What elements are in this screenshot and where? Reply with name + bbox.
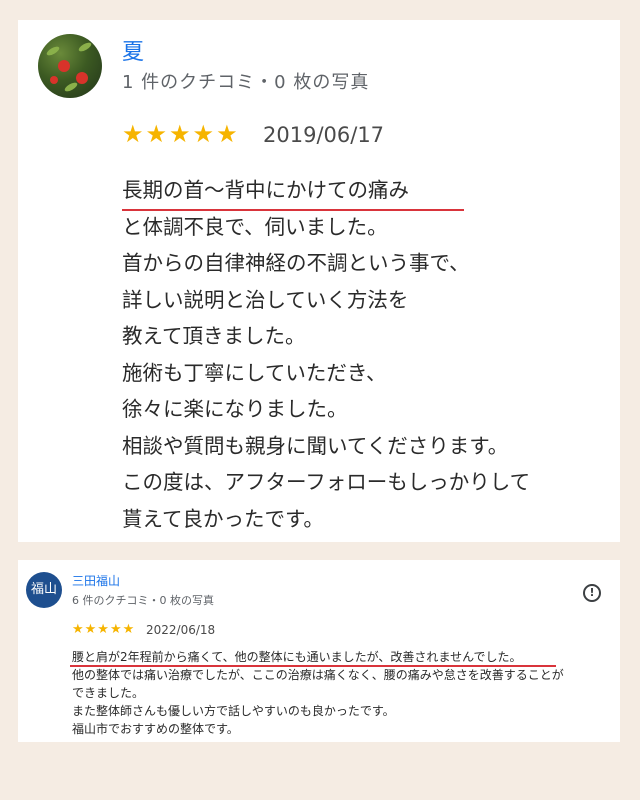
review-line: 腰と肩が2年程前から痛くて、他の整体にも通いましたが、改善されませんでした。 — [72, 650, 522, 664]
leaf-decoration — [77, 40, 93, 54]
star-rating: ★★★★★ — [122, 120, 240, 148]
leaf-decoration — [63, 80, 79, 94]
review-line: 相談や質問も親身に聞いてくださります。 — [122, 433, 509, 458]
review-line: できました。 — [72, 686, 145, 700]
reviewer-name[interactable]: 三田福山 — [72, 572, 120, 589]
avatar[interactable] — [38, 34, 102, 98]
reviewer-meta: 1 件のクチコミ・0 枚の写真 — [122, 72, 370, 93]
alert-circle-icon[interactable]: ! — [583, 584, 601, 602]
review-line: 首からの自律神経の不調という事で、 — [122, 251, 470, 275]
review-date: 2022/06/18 — [146, 623, 216, 637]
review-line: 詳しい説明と治していく方法を — [122, 287, 409, 312]
star-rating: ★★★★★ — [72, 622, 136, 637]
flower-decoration — [58, 60, 70, 72]
leaf-decoration — [45, 44, 61, 58]
review-line: 施術も丁寧にしていただき、 — [122, 360, 387, 385]
review-text: 長期の首～背中にかけての痛み と体調不良で、伺いました。 首からの自律神経の不調… — [122, 172, 622, 537]
review-line: 福山市でおすすめの整体です。 — [72, 722, 239, 736]
reviewer-name[interactable]: 夏 — [122, 34, 144, 66]
highlight-underline — [122, 209, 464, 211]
review-text: 腰と肩が2年程前から痛くて、他の整体にも通いましたが、改善されませんでした。 他… — [72, 648, 617, 738]
review-line: 他の整体では痛い治療でしたが、ここの治療は痛くなく、腰の痛みや怠さを改善すること… — [72, 668, 564, 682]
review-card-1: 夏 1 件のクチコミ・0 枚の写真 ★★★★★ 2019/06/17 長期の首～… — [18, 20, 620, 542]
review-line: また整体師さんも優しい方で話しやすいのも良かったです。 — [72, 704, 395, 718]
review-line: この度は、アフターフォローもしっかりして — [122, 470, 531, 494]
highlight-underline — [70, 665, 556, 667]
review-line: 貰えて良かったです。 — [122, 506, 324, 531]
flower-decoration — [50, 76, 58, 84]
review-card-2: 福山 三田福山 6 件のクチコミ・0 枚の写真 ! ★★★★★ 2022/06/… — [18, 560, 620, 742]
flower-decoration — [76, 72, 88, 84]
review-line: と体調不良で、伺いました。 — [122, 214, 388, 239]
review-line: 徐々に楽になりました。 — [122, 397, 348, 421]
review-line: 長期の首～背中にかけての痛み — [122, 178, 409, 202]
reviewer-meta: 6 件のクチコミ・0 枚の写真 — [72, 594, 214, 607]
review-date: 2019/06/17 — [263, 123, 385, 147]
review-line: 教えて頂きました。 — [122, 324, 306, 348]
avatar[interactable]: 福山 — [26, 572, 62, 608]
